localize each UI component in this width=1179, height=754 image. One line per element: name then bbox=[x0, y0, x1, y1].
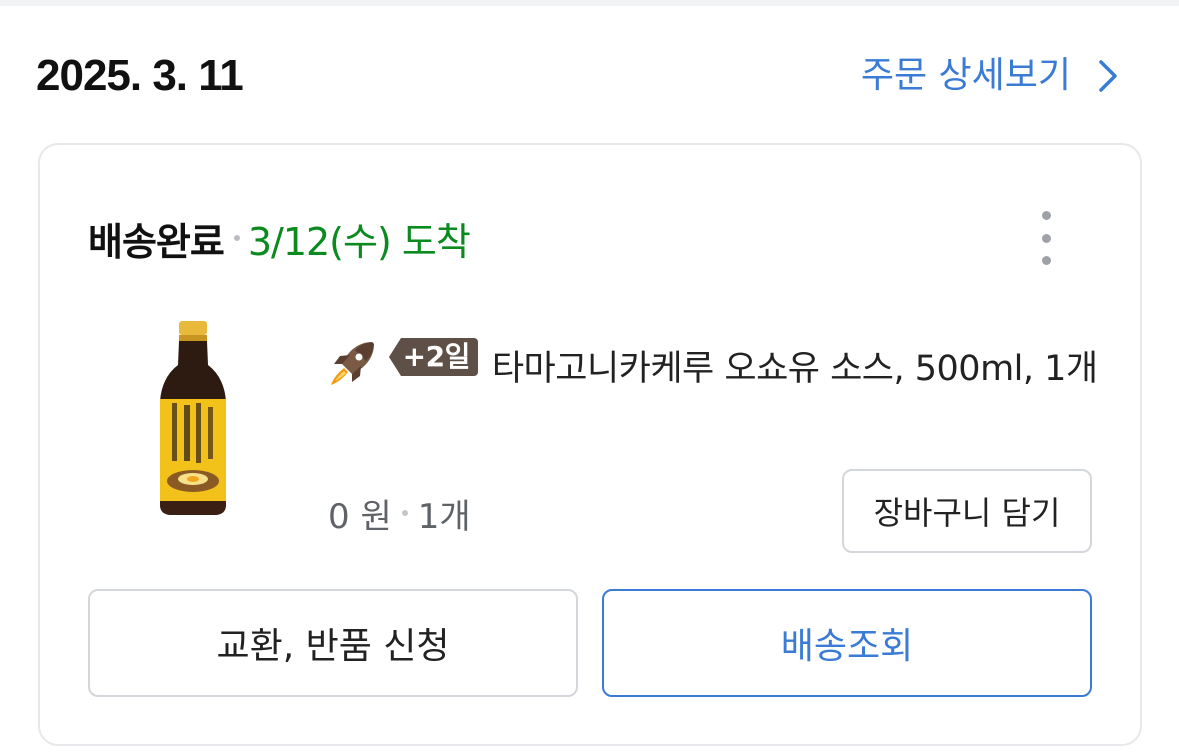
product-price: 0 원 bbox=[328, 496, 392, 537]
delivery-badge-text: +2일 bbox=[400, 338, 478, 376]
product-name: 타마고니카케루 오쇼유 소스, 500ml, 1개 bbox=[491, 349, 1098, 389]
add-to-cart-button[interactable]: 장바구니 담기 bbox=[842, 469, 1092, 553]
rocket-icon bbox=[331, 342, 374, 385]
order-header: 2025. 3. 11 주문 상세보기 bbox=[0, 6, 1179, 142]
order-detail-label: 주문 상세보기 bbox=[860, 55, 1071, 96]
shipment-status: 배송완료 bbox=[88, 219, 225, 264]
price-row: 0 원 1개 bbox=[328, 491, 471, 537]
order-card: 배송완료 3/12(수) 도착 +2일 타마고니카케루 오쇼유 소스, 500m… bbox=[38, 143, 1142, 746]
order-date: 2025. 3. 11 bbox=[36, 51, 244, 100]
separator-dot bbox=[233, 235, 240, 241]
more-vertical-icon[interactable] bbox=[1036, 211, 1056, 265]
separator-dot bbox=[401, 510, 408, 516]
delivery-badge: +2일 bbox=[388, 338, 478, 376]
product-image[interactable] bbox=[148, 321, 238, 521]
order-detail-link[interactable]: 주문 상세보기 bbox=[861, 54, 1123, 98]
product-quantity: 1개 bbox=[417, 496, 471, 537]
return-exchange-button[interactable]: 교환, 반품 신청 bbox=[88, 589, 578, 697]
track-shipment-button[interactable]: 배송조회 bbox=[602, 589, 1092, 697]
product-info: +2일 타마고니카케루 오쇼유 소스, 500ml, 1개 bbox=[328, 335, 1098, 403]
shipment-status-row: 배송완료 3/12(수) 도착 bbox=[88, 213, 471, 264]
product-title-block[interactable]: +2일 타마고니카케루 오쇼유 소스, 500ml, 1개 bbox=[328, 335, 1098, 403]
chevron-right-icon bbox=[1099, 60, 1117, 92]
arrival-date: 3/12(수) 도착 bbox=[247, 219, 471, 264]
